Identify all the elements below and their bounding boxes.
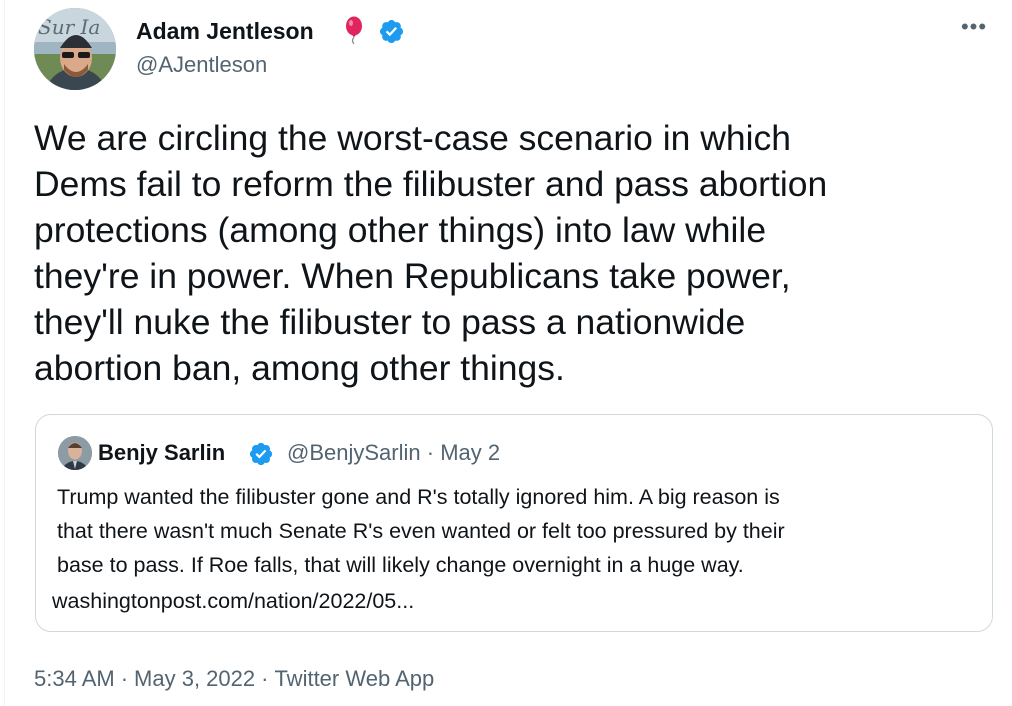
quoted-avatar-photo-icon [58, 436, 92, 470]
tweet-text-line: they're in power. When Republicans take … [34, 256, 791, 296]
svg-text:Sur Ia: Sur Ia [38, 15, 100, 39]
tweet-text-line: We are circling the worst-case scenario … [34, 118, 791, 158]
author-avatar[interactable]: Sur Ia [34, 8, 116, 90]
quoted-tweet-date: May 2 [440, 440, 501, 465]
quoted-tweet-text: Trump wanted the filibuster gone and R's… [57, 480, 977, 582]
tweet-text: We are circling the worst-case scenario … [34, 115, 984, 391]
quoted-tweet-link[interactable]: washingtonpost.com/nation/2022/05... [52, 584, 414, 618]
quoted-text-line: base to pass. If Roe falls, that will li… [57, 553, 744, 577]
tweet-text-line: they'll nuke the filibuster to pass a na… [34, 302, 746, 342]
tweet-text-line: abortion ban, among other things. [34, 348, 565, 388]
tweet-source-link[interactable]: Twitter Web App [274, 666, 434, 691]
quoted-author-name: Benjy Sarlin [98, 440, 226, 465]
avatar-photo-icon: Sur Ia [34, 8, 116, 90]
quoted-text-line: that there wasn't much Senate R's even w… [57, 519, 785, 543]
quoted-author-avatar[interactable] [58, 436, 92, 470]
author-handle[interactable]: @AJentleson [136, 50, 267, 80]
quoted-author-handle: @BenjySarlin [287, 440, 421, 465]
quoted-text-line: Trump wanted the filibuster gone and R's… [57, 485, 780, 509]
meta-separator: · [426, 440, 435, 465]
meta-separator: · [261, 666, 269, 691]
more-options-button[interactable]: ••• [958, 16, 990, 44]
verified-badge-icon [379, 19, 404, 44]
quoted-tweet-meta: @BenjySarlin · May 2 [287, 437, 500, 469]
tweet-text-line: protections (among other things) into la… [34, 210, 767, 250]
tweet-time-link[interactable]: 5:34 AM [34, 666, 115, 691]
tweet-timestamp: 5:34 AM · May 3, 2022 · Twitter Web App [34, 663, 434, 695]
verified-badge-icon [249, 442, 273, 466]
balloon-emoji-icon [346, 16, 362, 45]
tweet-date-link[interactable]: May 3, 2022 [134, 666, 255, 691]
author-name[interactable]: Adam Jentleson [136, 16, 314, 46]
meta-separator: · [120, 666, 129, 691]
tweet-text-line: Dems fail to reform the filibuster and p… [34, 164, 828, 204]
timeline-divider [4, 0, 5, 706]
